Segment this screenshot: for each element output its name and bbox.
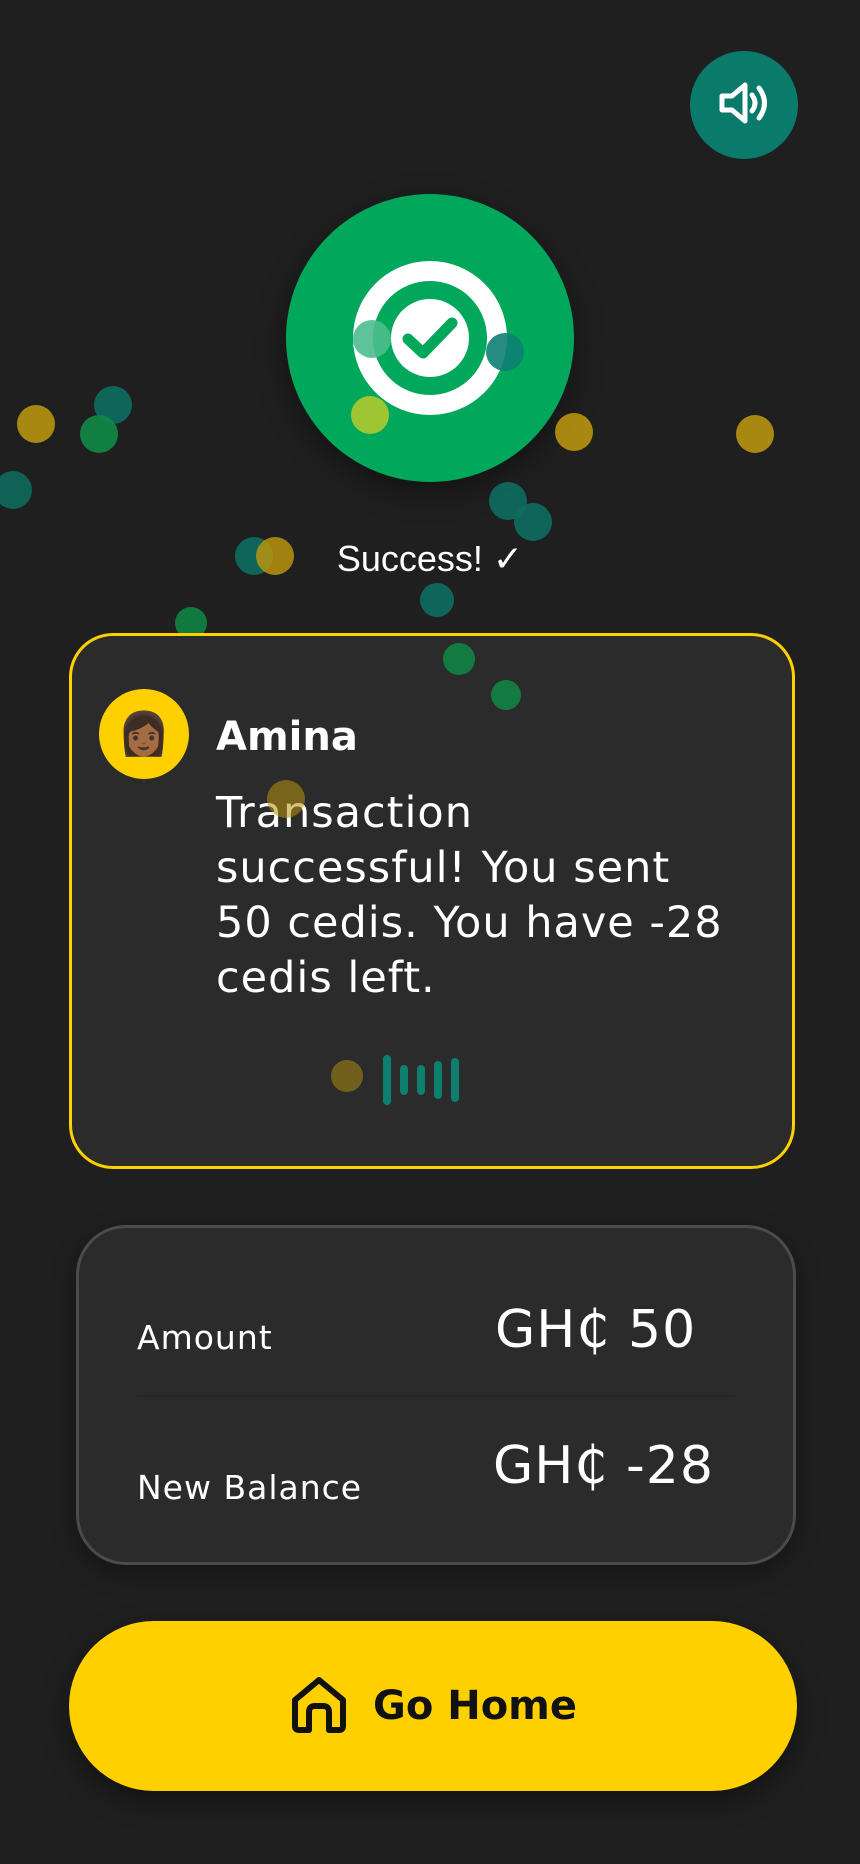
new-balance-label: New Balance xyxy=(137,1468,363,1507)
confetti-dot xyxy=(420,583,454,617)
sender-name: Amina xyxy=(216,714,358,760)
new-balance-value: GH₵ -28 xyxy=(493,1436,714,1496)
home-icon xyxy=(289,1674,349,1739)
confetti-dot xyxy=(353,320,391,358)
transaction-summary: Amount GH₵ 50 New Balance GH₵ -28 xyxy=(76,1225,796,1565)
speaker-volume-icon xyxy=(718,81,770,130)
confetti-dot xyxy=(443,643,475,675)
confetti-dot xyxy=(331,1060,363,1092)
confetti-dot xyxy=(491,680,521,710)
success-badge xyxy=(286,194,574,482)
go-home-button[interactable]: Go Home xyxy=(69,1621,797,1791)
confetti-dot xyxy=(486,333,524,371)
message-card: 👩🏾 Amina Transaction successful! You sen… xyxy=(69,633,795,1169)
sound-button[interactable] xyxy=(690,51,798,159)
confetti-dot xyxy=(17,405,55,443)
confetti-dot xyxy=(267,780,305,818)
amount-label: Amount xyxy=(137,1318,273,1357)
success-message: Success! ✓ xyxy=(336,538,524,579)
go-home-label: Go Home xyxy=(372,1683,577,1729)
transaction-message: Transaction successful! You sent 50 cedi… xyxy=(216,788,723,1003)
amount-value: GH₵ 50 xyxy=(495,1300,697,1360)
confetti-dot xyxy=(351,396,389,434)
confetti-dot xyxy=(80,415,118,453)
confetti-dot xyxy=(736,415,774,453)
confetti-dot xyxy=(514,503,552,541)
confetti-dot xyxy=(555,413,593,451)
divider xyxy=(137,1395,735,1397)
avatar: 👩🏾 xyxy=(99,689,189,779)
confetti-dot xyxy=(0,471,32,509)
